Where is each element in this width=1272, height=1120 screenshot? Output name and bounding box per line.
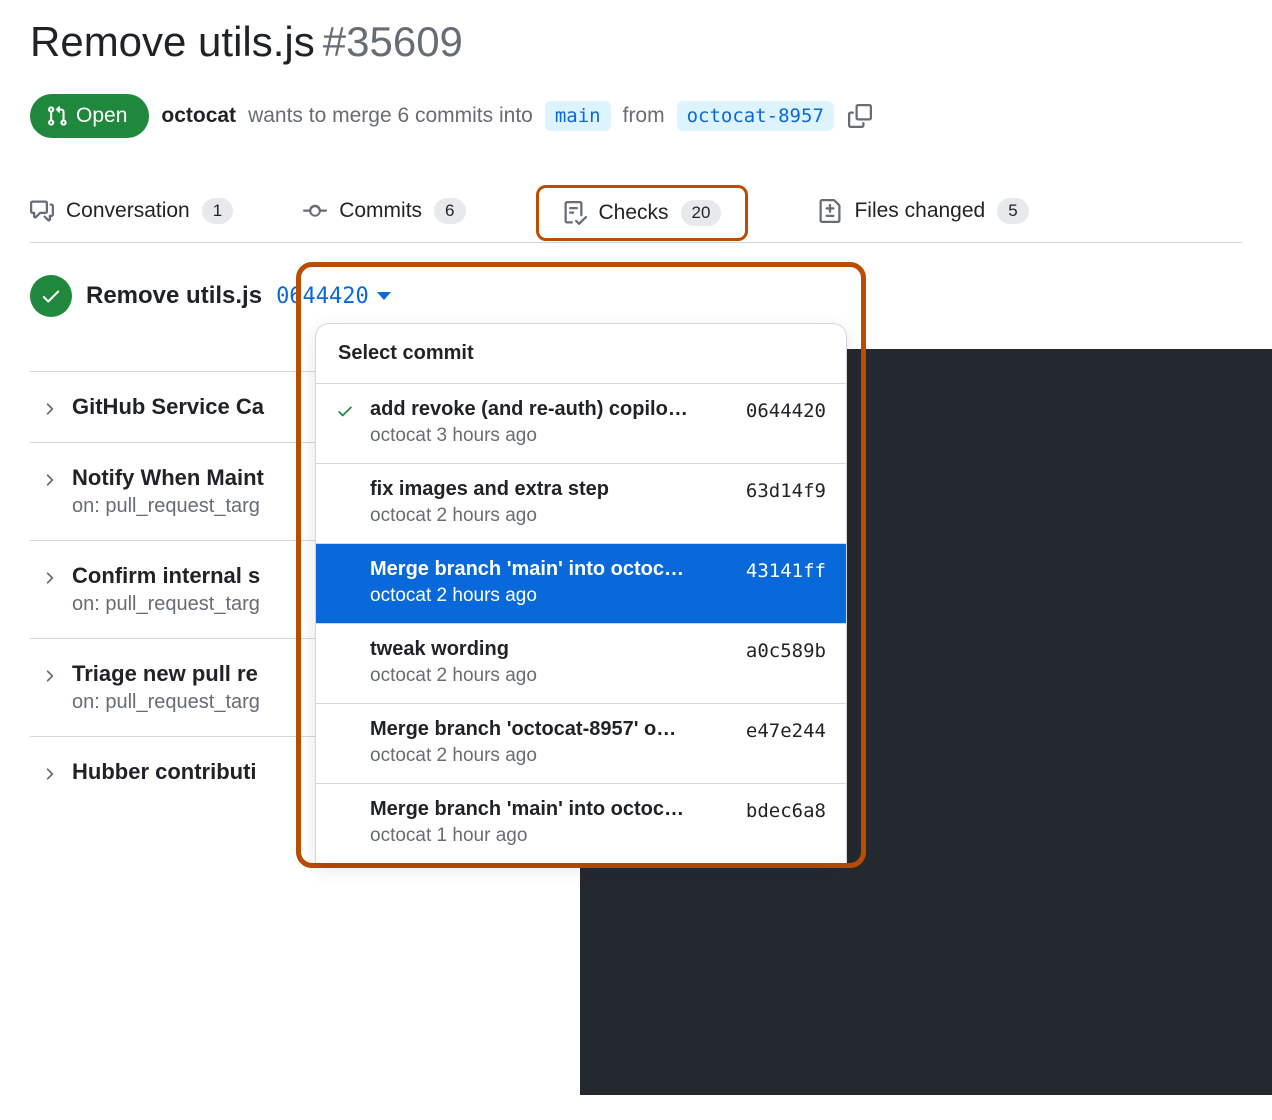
tab-files[interactable]: Files changed 5 xyxy=(818,180,1028,242)
tab-label: Conversation xyxy=(66,199,190,223)
commit-option[interactable]: add revoke (and re-auth) copilo… octocat… xyxy=(316,384,846,464)
commit-sha: a0c589b xyxy=(746,638,826,662)
pr-tabs: Conversation 1 Commits 6 Checks 20 Files… xyxy=(30,180,1242,243)
commit-message: fix images and extra step xyxy=(370,478,730,501)
commit-check-column xyxy=(336,558,358,562)
tab-commits[interactable]: Commits 6 xyxy=(303,180,465,242)
commit-sha: 63d14f9 xyxy=(746,478,826,502)
tab-label: Checks xyxy=(599,201,669,225)
commit-sha: 0644420 xyxy=(746,398,826,422)
commit-selector-dropdown: Select commit add revoke (and re-auth) c… xyxy=(315,323,847,863)
comment-discussion-icon xyxy=(30,199,54,223)
commit-check-column xyxy=(336,638,358,642)
commit-option[interactable]: tweak wording octocat 2 hours ago a0c589… xyxy=(316,624,846,704)
commit-check-column xyxy=(336,478,358,482)
dropdown-heading: Select commit xyxy=(316,324,846,384)
tab-conversation[interactable]: Conversation 1 xyxy=(30,180,233,242)
chevron-right-icon xyxy=(40,667,58,685)
head-branch[interactable]: octocat-8957 xyxy=(677,101,834,131)
check-icon xyxy=(336,402,354,420)
commit-meta: octocat 2 hours ago xyxy=(370,745,734,767)
commit-message: add revoke (and re-auth) copilo… xyxy=(370,398,730,421)
pr-number: #35609 xyxy=(323,18,463,66)
copy-icon xyxy=(848,104,872,128)
success-status-circle xyxy=(30,275,72,317)
tab-count: 20 xyxy=(681,200,722,226)
commit-meta: octocat 1 hour ago xyxy=(370,825,734,847)
commit-selector-highlight: Select commit add revoke (and re-auth) c… xyxy=(296,262,866,868)
state-badge: Open xyxy=(30,94,149,138)
merge-text-a: wants to merge 6 commits into xyxy=(248,104,533,128)
commit-message: tweak wording xyxy=(370,638,730,661)
chevron-right-icon xyxy=(40,765,58,783)
tab-count: 5 xyxy=(997,198,1028,224)
tab-count: 6 xyxy=(434,198,465,224)
commit-option[interactable]: Merge branch 'main' into octoc… octocat … xyxy=(316,544,846,624)
commit-sha: bdec6a8 xyxy=(746,798,826,822)
commit-check-column xyxy=(336,718,358,722)
base-branch[interactable]: main xyxy=(545,101,611,131)
commit-meta: octocat 2 hours ago xyxy=(370,665,734,687)
commit-option[interactable]: Merge branch 'main' into octoc… octocat … xyxy=(316,784,846,863)
checks-title: Remove utils.js xyxy=(86,282,262,310)
commit-check-column xyxy=(336,798,358,802)
tab-label: Commits xyxy=(339,199,422,223)
tab-count: 1 xyxy=(202,198,233,224)
chevron-right-icon xyxy=(40,400,58,418)
check-title: GitHub Service Ca xyxy=(72,394,264,420)
commit-meta: octocat 2 hours ago xyxy=(370,505,734,527)
file-diff-icon xyxy=(818,199,842,223)
check-subtitle: on: pull_request_targ xyxy=(72,495,264,518)
tab-checks[interactable]: Checks 20 xyxy=(536,185,749,241)
pr-title: Remove utils.js #35609 xyxy=(30,0,1242,66)
check-title: Notify When Maint xyxy=(72,465,264,491)
check-title: Confirm internal s xyxy=(72,563,260,589)
pr-author[interactable]: octocat xyxy=(161,104,236,128)
commit-check-column xyxy=(336,398,358,420)
check-subtitle: on: pull_request_targ xyxy=(72,691,260,714)
commit-meta: octocat 3 hours ago xyxy=(370,425,734,447)
checklist-icon xyxy=(563,201,587,225)
commit-sha: e47e244 xyxy=(746,718,826,742)
check-icon xyxy=(40,285,62,307)
pr-title-text: Remove utils.js xyxy=(30,18,315,66)
commit-message: Merge branch 'octocat-8957' o… xyxy=(370,718,730,741)
state-label: Open xyxy=(76,104,127,128)
chevron-right-icon xyxy=(40,471,58,489)
copy-branch-button[interactable] xyxy=(846,102,874,130)
commit-option[interactable]: fix images and extra step octocat 2 hour… xyxy=(316,464,846,544)
commit-message: Merge branch 'main' into octoc… xyxy=(370,798,730,821)
check-subtitle: on: pull_request_targ xyxy=(72,593,260,616)
check-title: Hubber contributi xyxy=(72,759,257,785)
tab-label: Files changed xyxy=(854,199,985,223)
check-title: Triage new pull re xyxy=(72,661,260,687)
pr-meta-row: Open octocat wants to merge 6 commits in… xyxy=(30,94,1242,138)
git-pull-request-icon xyxy=(46,105,68,127)
git-commit-icon xyxy=(303,199,327,223)
merge-text-b: from xyxy=(623,104,665,128)
commit-option[interactable]: Merge branch 'octocat-8957' o… octocat 2… xyxy=(316,704,846,784)
chevron-right-icon xyxy=(40,569,58,587)
commit-meta: octocat 2 hours ago xyxy=(370,585,734,607)
commit-message: Merge branch 'main' into octoc… xyxy=(370,558,730,581)
commit-sha: 43141ff xyxy=(746,558,826,582)
